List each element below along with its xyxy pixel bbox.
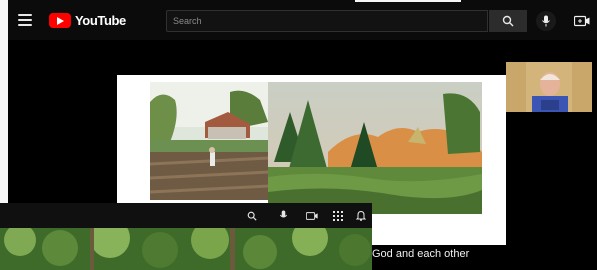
mini-apps-button[interactable] (331, 209, 345, 222)
apps-icon (333, 210, 343, 221)
youtube-logo-icon (49, 12, 71, 28)
search-icon (502, 15, 514, 27)
caption-line-text: God and each other (372, 248, 470, 260)
screenshot-frame: YouTube Search 2020 God and each other (0, 0, 597, 270)
voice-search-button[interactable] (536, 11, 556, 31)
youtube-logo[interactable]: YouTube (49, 12, 126, 28)
search-input[interactable] (167, 11, 487, 31)
mini-search-button[interactable] (245, 209, 259, 222)
logo-text: YouTube (75, 12, 126, 28)
garden-photo-right (268, 82, 482, 214)
create-video-icon (306, 211, 318, 220)
garden-photo-left (150, 82, 270, 200)
presenter-webcam (506, 62, 592, 112)
mic-icon (279, 210, 287, 218)
mini-video-thumbnail[interactable] (0, 218, 372, 270)
create-video-icon (574, 15, 590, 27)
create-button[interactable] (574, 14, 590, 28)
menu-icon[interactable] (18, 14, 32, 26)
search-icon (247, 211, 257, 221)
mini-voice-search-button[interactable] (276, 209, 290, 222)
notifications-icon (356, 210, 366, 221)
search-box (166, 10, 488, 32)
mini-top-bar (0, 203, 372, 228)
crop-strip (355, 0, 461, 2)
overlapping-youtube-window (0, 203, 372, 270)
mini-create-button[interactable] (305, 209, 319, 222)
search-button[interactable] (489, 10, 527, 32)
mic-icon (542, 15, 550, 27)
top-bar: YouTube (8, 0, 597, 40)
mini-notifications-button[interactable] (354, 209, 368, 222)
